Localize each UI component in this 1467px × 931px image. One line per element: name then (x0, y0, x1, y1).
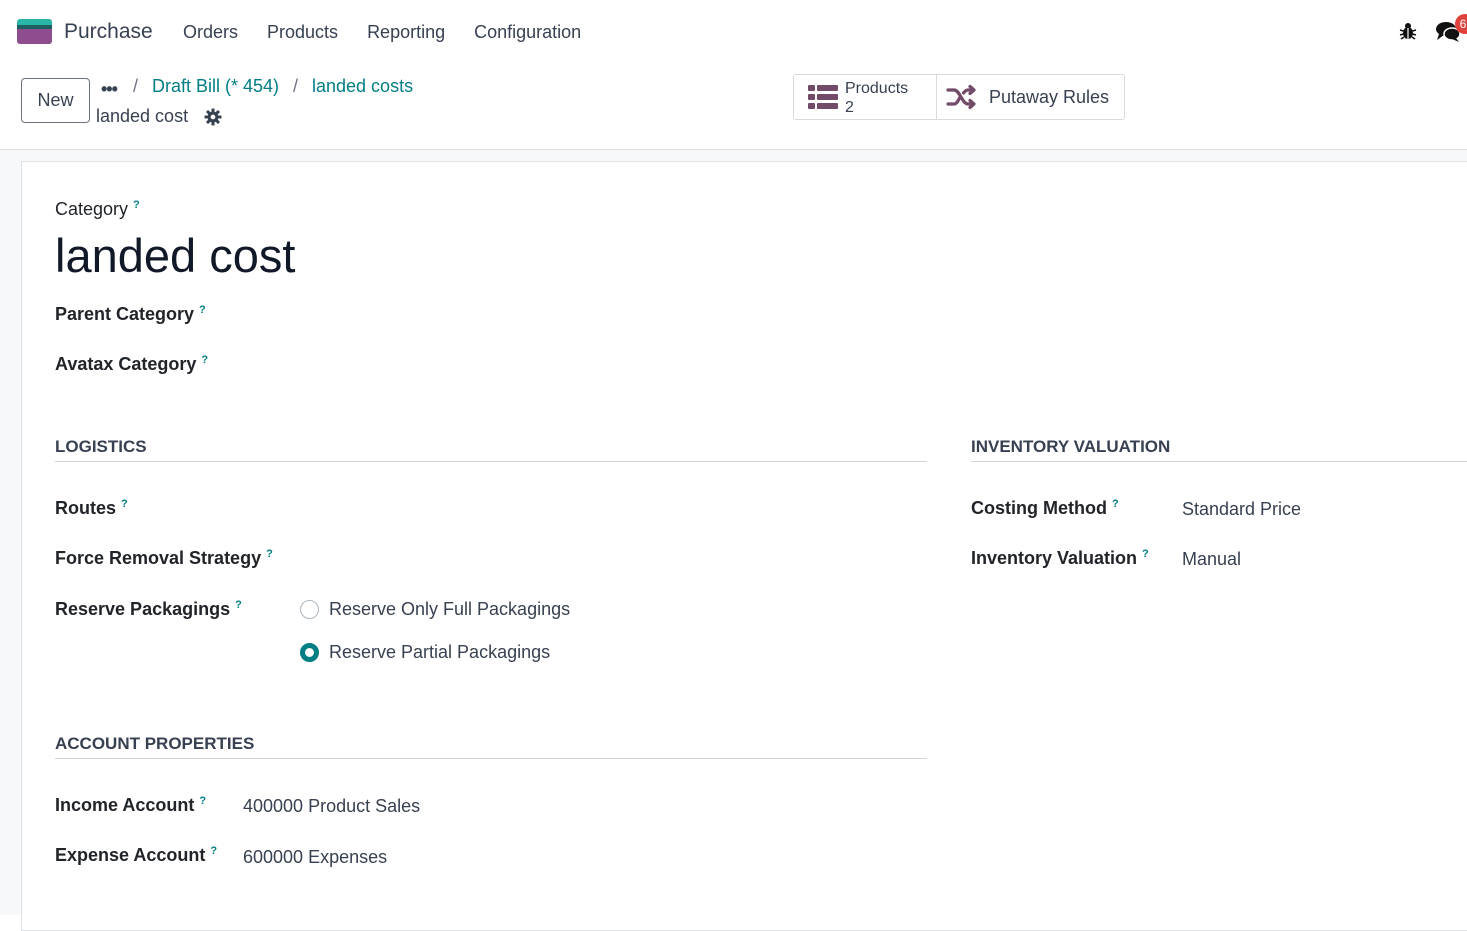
avatax-category-label: Avatax Category? (55, 354, 209, 374)
reserve-packagings-label: Reserve Packagings? (55, 599, 242, 619)
reserve-partial-packagings-label[interactable]: Reserve Partial Packagings (329, 642, 550, 663)
logistics-section-title: LOGISTICS (55, 437, 147, 456)
help-icon[interactable]: ? (1142, 548, 1149, 560)
help-icon[interactable]: ? (133, 199, 140, 211)
list-icon (808, 85, 838, 109)
breadcrumb-current-record: landed cost (96, 106, 189, 126)
breadcrumb-separator: / (133, 76, 139, 96)
menu-products[interactable]: Products (267, 22, 338, 43)
help-icon[interactable]: ? (199, 795, 206, 807)
breadcrumb-landed-costs[interactable]: landed costs (312, 76, 413, 97)
inventory-valuation-value[interactable]: Manual (1182, 549, 1241, 570)
inventory-valuation-divider (971, 461, 1467, 462)
reserve-partial-packagings-radio[interactable] (300, 643, 319, 662)
new-button[interactable]: New (21, 78, 90, 123)
smart-buttons: Products 2 Putaway Rules (793, 74, 1125, 120)
routes-label: Routes? (55, 498, 128, 518)
products-stat-button[interactable]: Products 2 (794, 75, 937, 119)
parent-category-label: Parent Category? (55, 304, 206, 324)
expense-account-value[interactable]: 600000 Expenses (243, 847, 387, 868)
inventory-valuation-section-title: INVENTORY VALUATION (971, 437, 1171, 456)
category-name-input[interactable]: landed cost (55, 228, 295, 283)
logistics-divider (55, 461, 927, 462)
force-removal-strategy-label: Force Removal Strategy? (55, 548, 273, 568)
help-icon[interactable]: ? (1112, 498, 1119, 510)
breadcrumb-draft-bill[interactable]: Draft Bill (* 454) (152, 76, 279, 97)
products-stat-label: Products (845, 80, 909, 97)
inventory-valuation-label: Inventory Valuation? (971, 548, 1149, 568)
expense-account-label: Expense Account? (55, 845, 218, 865)
income-account-value[interactable]: 400000 Product Sales (243, 796, 420, 817)
menu-reporting[interactable]: Reporting (367, 22, 445, 43)
category-label: Category? (55, 199, 140, 219)
breadcrumb-more-icon[interactable]: ••• (101, 79, 118, 100)
reserve-full-packagings-radio[interactable] (300, 600, 319, 619)
top-navbar: Purchase Orders Products Reporting Confi… (0, 0, 1467, 66)
gear-icon[interactable] (204, 108, 222, 126)
help-icon[interactable]: ? (210, 845, 217, 857)
shuffle-icon (946, 84, 976, 110)
app-logo-icon[interactable] (17, 19, 52, 44)
help-icon[interactable]: ? (266, 548, 273, 560)
help-icon[interactable]: ? (235, 599, 242, 611)
breadcrumb-separator: / (293, 76, 299, 96)
menu-orders[interactable]: Orders (183, 22, 238, 43)
menu-configuration[interactable]: Configuration (474, 22, 581, 43)
help-icon[interactable]: ? (121, 498, 128, 510)
putaway-rules-button[interactable]: Putaway Rules (937, 75, 1124, 119)
putaway-rules-label: Putaway Rules (989, 87, 1110, 107)
reserve-full-packagings-label[interactable]: Reserve Only Full Packagings (329, 599, 570, 620)
account-properties-divider (55, 758, 927, 759)
income-account-label: Income Account? (55, 795, 207, 815)
costing-method-value[interactable]: Standard Price (1182, 499, 1301, 520)
help-icon[interactable]: ? (201, 354, 208, 366)
account-properties-section-title: ACCOUNT PROPERTIES (55, 734, 255, 753)
bug-icon[interactable] (1398, 21, 1418, 41)
costing-method-label: Costing Method? (971, 498, 1119, 518)
main-menu: Orders Products Reporting Configuration (183, 22, 610, 43)
app-name[interactable]: Purchase (64, 20, 153, 44)
help-icon[interactable]: ? (199, 304, 206, 316)
products-stat-value: 2 (845, 99, 854, 116)
